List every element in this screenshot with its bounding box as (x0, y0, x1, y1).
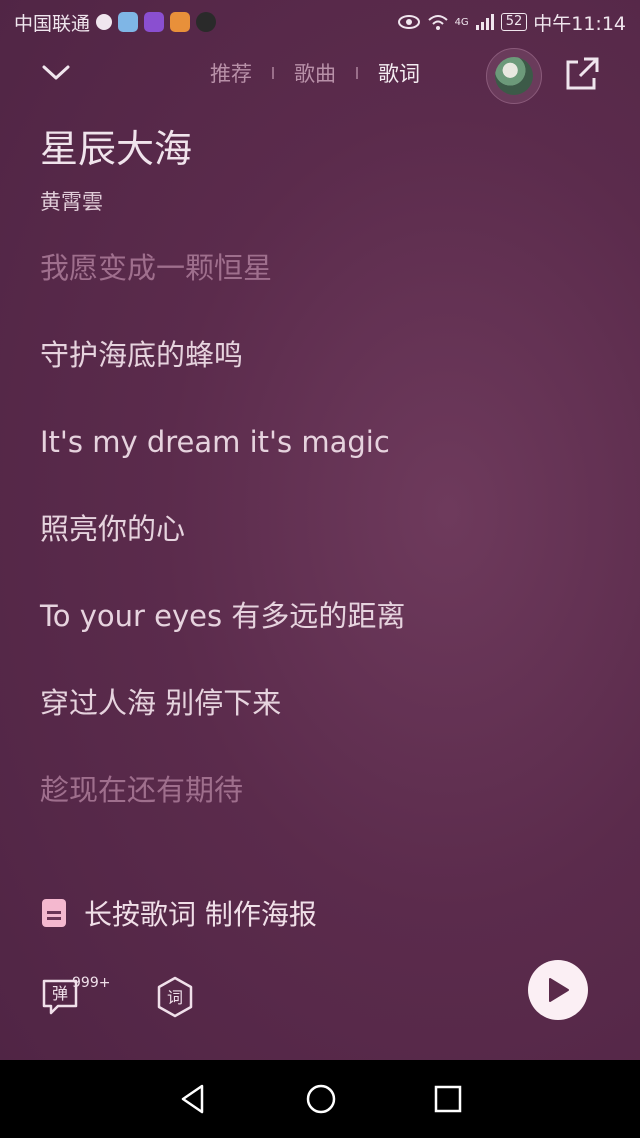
tab-divider (356, 67, 358, 79)
lyrics-style-button[interactable]: 词 (155, 976, 195, 1018)
danmaku-count-badge: 999+ (72, 975, 111, 991)
tab-lyrics[interactable]: 歌词 (378, 58, 420, 88)
globe-icon (96, 14, 113, 30)
top-nav: 推荐 歌曲 歌词 (0, 46, 640, 104)
tab-bar: 推荐 歌曲 歌词 (210, 58, 420, 88)
clock: 中午11:14 (533, 12, 626, 35)
tab-divider (272, 67, 274, 79)
play-app-icon (170, 12, 191, 32)
recents-icon[interactable] (434, 1085, 462, 1113)
lyric-line[interactable]: To your eyes 有多远的距离 (40, 594, 405, 681)
lyric-line[interactable]: 趁现在还有期待 (40, 768, 405, 855)
tab-recommend[interactable]: 推荐 (210, 58, 252, 88)
lyric-line[interactable]: It's my dream it's magic (40, 420, 405, 507)
share-icon[interactable] (562, 54, 602, 94)
poster-icon (42, 899, 66, 927)
lyric-line[interactable]: 照亮你的心 (40, 507, 405, 594)
song-title: 星辰大海 (40, 127, 193, 171)
lyrics-list: 我愿变成一颗恒星 守护海底的蜂鸣 It's my dream it's magi… (40, 246, 405, 855)
tiktok-icon (196, 12, 217, 32)
status-bar: 中国联通 4G 52 中午11:14 (0, 0, 640, 44)
wifi-icon (427, 15, 448, 30)
system-nav-bar (0, 1060, 640, 1138)
poster-label: 长按歌词 制作海报 (84, 898, 317, 931)
make-poster-button[interactable]: 长按歌词 制作海报 (42, 893, 317, 933)
lyric-line[interactable]: 我愿变成一颗恒星 (40, 246, 405, 333)
home-icon[interactable] (305, 1083, 337, 1115)
battery-level: 52 (500, 13, 528, 31)
user-avatar-button[interactable] (486, 48, 542, 104)
avatar (495, 57, 533, 95)
artist-name[interactable]: 黄霄雲 (40, 186, 103, 216)
lyric-line[interactable]: 穿过人海 别停下来 (40, 681, 405, 768)
play-icon (549, 978, 569, 1002)
network-type: 4G (454, 16, 469, 28)
lyric-line[interactable]: 守护海底的蜂鸣 (40, 333, 405, 420)
video-app-icon (144, 12, 165, 32)
collapse-chevron-icon[interactable] (38, 58, 74, 86)
play-button[interactable] (528, 960, 588, 1020)
back-icon[interactable] (178, 1083, 208, 1115)
app-notification-icon (118, 12, 139, 32)
carrier-name: 中国联通 (14, 12, 91, 35)
tab-songs[interactable]: 歌曲 (294, 58, 336, 88)
eye-icon (397, 15, 420, 29)
signal-icon (475, 14, 494, 30)
lyrics-style-label: 词 (167, 988, 183, 1007)
danmaku-label: 弹 (52, 984, 68, 1003)
